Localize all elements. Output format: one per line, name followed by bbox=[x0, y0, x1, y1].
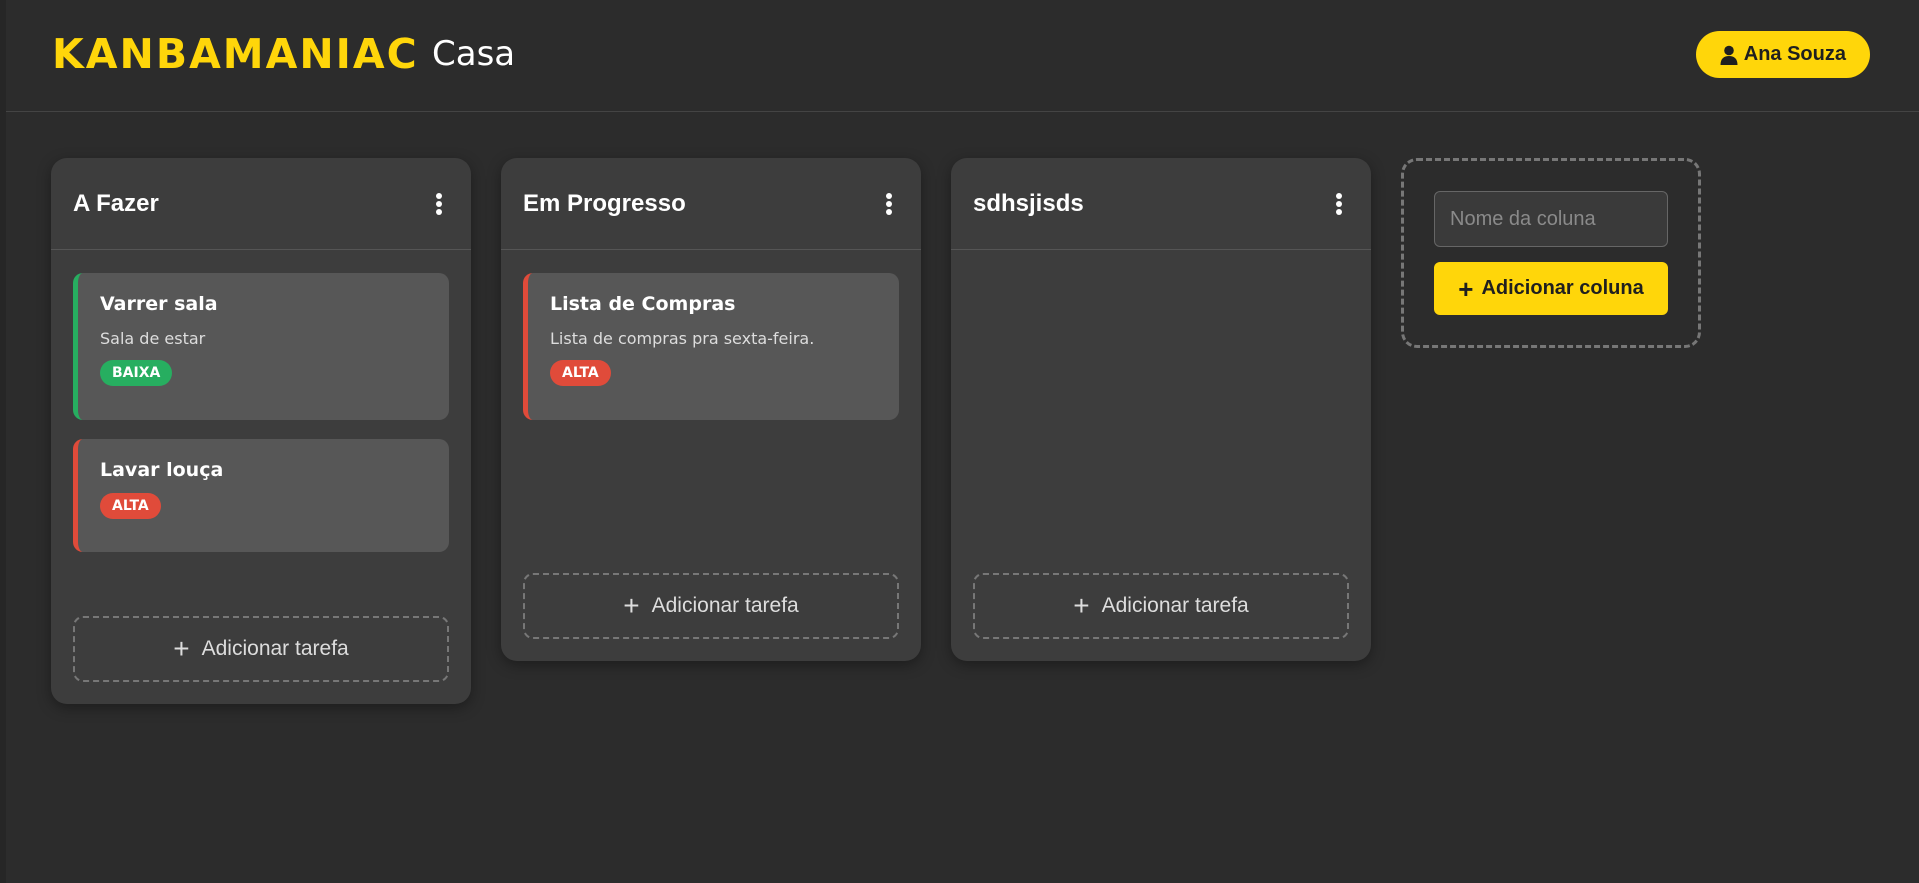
board-title: Casa bbox=[432, 34, 516, 74]
add-task-button[interactable]: + Adicionar tarefa bbox=[523, 573, 899, 639]
column-title: A Fazer bbox=[73, 189, 159, 217]
task-card[interactable]: Lista de Compras Lista de compras pra se… bbox=[523, 273, 899, 420]
column-header: Em Progresso bbox=[501, 158, 921, 250]
task-description: Sala de estar bbox=[100, 329, 206, 348]
plus-icon: + bbox=[1458, 273, 1474, 304]
column-em-progresso: Em Progresso Lista de Compras Lista de c… bbox=[501, 158, 921, 661]
add-task-button[interactable]: + Adicionar tarefa bbox=[973, 573, 1349, 639]
add-column-label: Adicionar coluna bbox=[1481, 277, 1644, 299]
user-icon bbox=[1720, 45, 1738, 65]
plus-icon: + bbox=[173, 633, 190, 664]
kebab-menu-icon[interactable] bbox=[429, 189, 449, 219]
kebab-menu-icon[interactable] bbox=[879, 189, 899, 219]
priority-badge: ALTA bbox=[550, 360, 611, 386]
add-task-label: Adicionar tarefa bbox=[1101, 594, 1249, 617]
brand-logo[interactable]: KANBAMANIAC bbox=[52, 30, 419, 78]
task-card[interactable]: Varrer sala Sala de estar BAIXA bbox=[73, 273, 449, 420]
column-header: sdhsjisds bbox=[951, 158, 1371, 250]
plus-icon: + bbox=[1073, 590, 1090, 621]
new-column-form: + Adicionar coluna bbox=[1401, 158, 1701, 348]
priority-badge: BAIXA bbox=[100, 360, 173, 386]
column-title: sdhsjisds bbox=[973, 189, 1084, 217]
plus-icon: + bbox=[623, 590, 640, 621]
window-frame bbox=[0, 0, 6, 883]
add-task-button[interactable]: + Adicionar tarefa bbox=[73, 616, 449, 682]
app-header: KANBAMANIAC Casa Ana Souza bbox=[6, 0, 1919, 112]
task-card[interactable]: Lavar louça ALTA bbox=[73, 439, 449, 552]
priority-badge: ALTA bbox=[100, 493, 161, 519]
kebab-menu-icon[interactable] bbox=[1329, 189, 1349, 219]
task-title: Lista de Compras bbox=[550, 293, 736, 315]
add-task-label: Adicionar tarefa bbox=[651, 594, 799, 617]
add-column-button[interactable]: + Adicionar coluna bbox=[1434, 262, 1668, 315]
column-name-input[interactable] bbox=[1434, 191, 1668, 247]
column-sdhsjisds: sdhsjisds + Adicionar tarefa bbox=[951, 158, 1371, 661]
column-header: A Fazer bbox=[51, 158, 471, 250]
column-a-fazer: A Fazer Varrer sala Sala de estar BAIXA … bbox=[51, 158, 471, 704]
user-menu-button[interactable]: Ana Souza bbox=[1695, 31, 1870, 78]
task-title: Lavar louça bbox=[100, 459, 224, 481]
task-title: Varrer sala bbox=[100, 293, 218, 315]
task-description: Lista de compras pra sexta-feira. bbox=[550, 329, 815, 348]
column-title: Em Progresso bbox=[523, 189, 686, 217]
user-name: Ana Souza bbox=[1743, 43, 1846, 65]
add-task-label: Adicionar tarefa bbox=[201, 637, 349, 660]
